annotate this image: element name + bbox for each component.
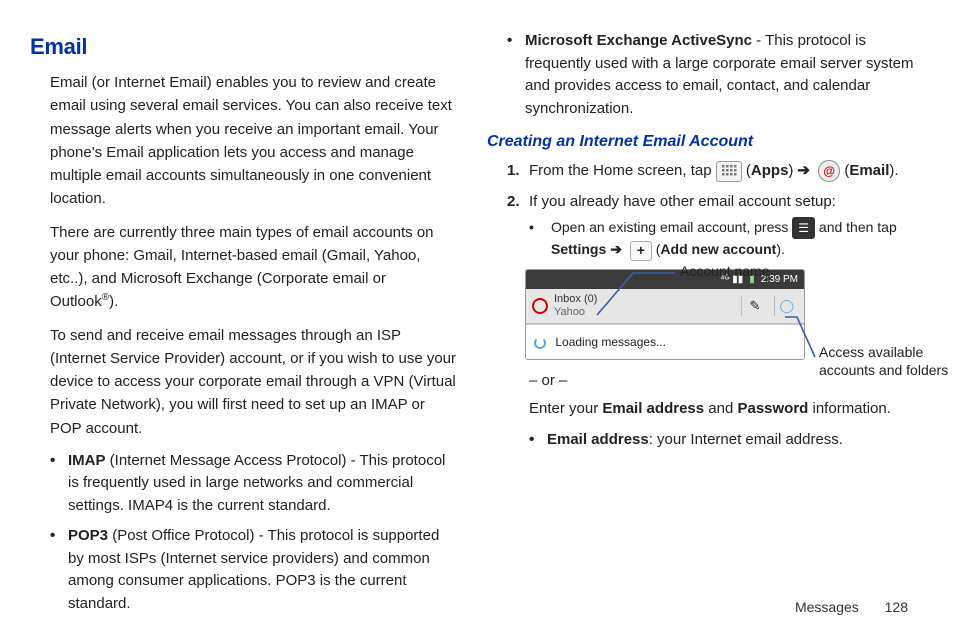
bullet-pop3: POP3 (Post Office Protocol) - This proto… — [50, 525, 457, 615]
imap-label: IMAP — [68, 452, 106, 469]
spinner-icon — [534, 337, 546, 349]
inbox-line: Inbox (0) — [554, 293, 735, 306]
step-2: 2. If you already have other email accou… — [507, 191, 914, 261]
plus-icon: + — [630, 241, 652, 261]
enter-password: Password — [737, 400, 808, 417]
step-number: 1. — [507, 160, 520, 183]
imap-desc: (Internet Message Access Protocol) - Thi… — [68, 452, 445, 514]
left-column: Email Email (or Internet Email) enables … — [30, 30, 461, 590]
email-addr-b: Email address — [547, 431, 649, 448]
callout-access-accounts: Access available accounts and folders — [819, 343, 954, 379]
enter-end: information. — [808, 400, 891, 417]
steps-list: 1. From the Home screen, tap (Apps)➔ @ (… — [507, 160, 914, 261]
settings-label: Settings — [551, 241, 606, 257]
step2-text: If you already have other email account … — [529, 193, 836, 210]
pop3-label: POP3 — [68, 527, 108, 544]
sub-a2: and then tap — [819, 219, 897, 235]
p2-end: ). — [109, 293, 118, 310]
step-1: 1. From the Home screen, tap (Apps)➔ @ (… — [507, 160, 914, 183]
email-label: Email — [849, 162, 889, 179]
apps-grid-icon — [716, 161, 742, 182]
protocol-list: IMAP (Internet Message Access Protocol) … — [50, 450, 457, 616]
step1-pre: From the Home screen, tap — [529, 162, 716, 179]
compose-icon: ✎ — [741, 296, 769, 316]
email-addr-t: : your Internet email address. — [649, 431, 843, 448]
intro-paragraph-3: To send and receive email messages throu… — [50, 324, 457, 440]
refresh-icon: ◯ — [774, 296, 798, 316]
phone-screenshot: ⁴ᴳ ▮▮ ▮ 2:39 PM Inbox (0) Yahoo ✎ ◯ Load… — [525, 269, 805, 360]
two-column-layout: Email Email (or Internet Email) enables … — [30, 30, 914, 590]
enter-credentials-line: Enter your Email address and Password in… — [529, 398, 914, 421]
add-new-label: Add new account — [660, 241, 776, 257]
arrow-icon: ➔ — [610, 241, 622, 257]
step2-sublist: Open an existing email account, press ☰ … — [529, 217, 914, 261]
arrow-icon: ➔ — [797, 162, 810, 179]
bullet-activesync: Microsoft Exchange ActiveSync - This pro… — [507, 30, 914, 120]
registered-mark: ® — [102, 292, 109, 303]
account-switcher-row: Inbox (0) Yahoo ✎ ◯ — [526, 289, 804, 324]
protocol-list-cont: Microsoft Exchange ActiveSync - This pro… — [507, 30, 914, 120]
sub-a1: Open an existing email account, press — [551, 219, 792, 235]
pop3-desc: (Post Office Protocol) - This protocol i… — [68, 527, 439, 612]
activesync-label: Microsoft Exchange ActiveSync — [525, 32, 752, 49]
apps-label: Apps — [751, 162, 789, 179]
step2-subitem: Open an existing email account, press ☰ … — [529, 217, 914, 261]
account-badge-icon — [532, 298, 548, 314]
enter-emailaddr: Email address — [602, 400, 704, 417]
subsection-heading: Creating an Internet Email Account — [487, 130, 914, 154]
credentials-sublist: Email address: your Internet email addre… — [529, 429, 914, 452]
enter-a: Enter your — [529, 400, 602, 417]
footer-page: 128 — [885, 599, 908, 615]
email-at-icon: @ — [818, 160, 840, 182]
account-line: Yahoo — [554, 306, 735, 319]
intro-paragraph-1: Email (or Internet Email) enables you to… — [50, 71, 457, 211]
page-footer: Messages 128 — [795, 597, 908, 618]
footer-section: Messages — [795, 599, 859, 615]
intro-paragraph-2: There are currently three main types of … — [50, 221, 457, 314]
menu-icon: ☰ — [792, 217, 815, 239]
enter-mid: and — [704, 400, 737, 417]
loading-row: Loading messages... — [526, 324, 804, 359]
loading-text: Loading messages... — [555, 335, 666, 349]
account-text: Inbox (0) Yahoo — [554, 293, 735, 319]
email-address-note: Email address: your Internet email addre… — [529, 429, 914, 452]
bullet-imap: IMAP (Internet Message Access Protocol) … — [50, 450, 457, 518]
callout-account-name: Account name — [680, 261, 770, 282]
section-heading: Email — [30, 30, 457, 63]
phone-figure: Account name ⁴ᴳ ▮▮ ▮ 2:39 PM Inbox (0) Y… — [525, 269, 914, 360]
step-number: 2. — [507, 191, 520, 214]
right-column: Microsoft Exchange ActiveSync - This pro… — [487, 30, 914, 590]
